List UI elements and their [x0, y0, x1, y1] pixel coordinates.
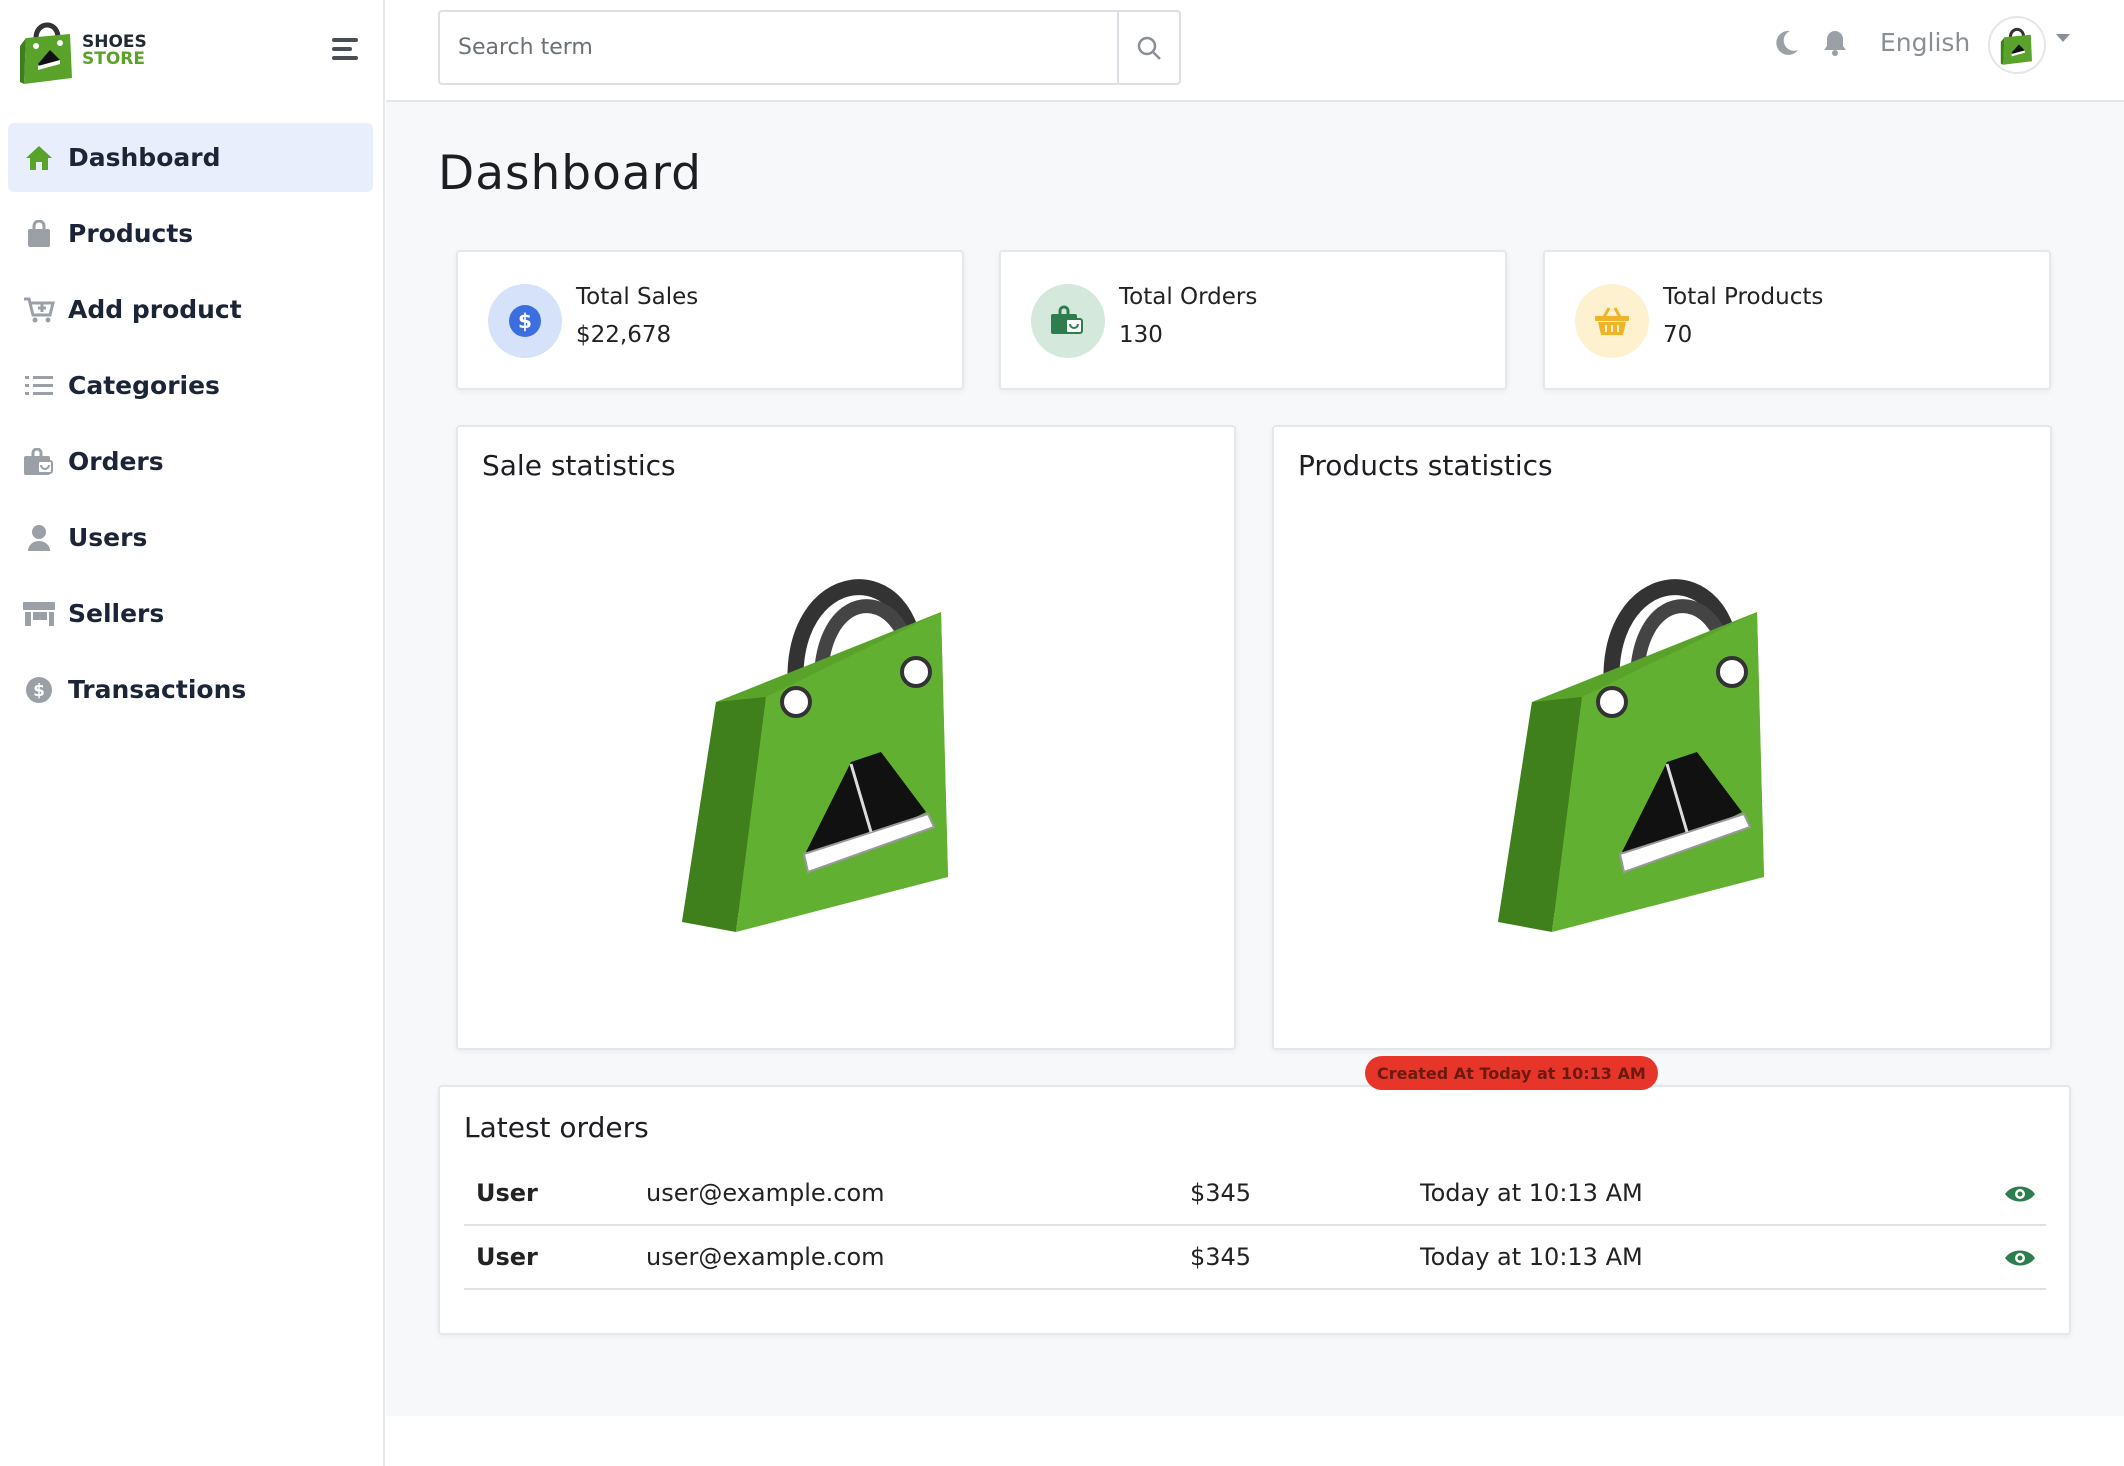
- moon-icon[interactable]: [1770, 28, 1800, 58]
- brand-line-2: STORE: [82, 49, 145, 69]
- language-selector[interactable]: English: [1880, 28, 1970, 57]
- shopping-bag-logo-image: [1498, 579, 1764, 932]
- stat-value: 70: [1663, 322, 1693, 348]
- card-title: Products statistics: [1298, 449, 1553, 482]
- sidebar-item-categories[interactable]: Categories: [8, 351, 373, 420]
- sidebar-item-label: Users: [68, 523, 148, 552]
- store-icon: [22, 597, 56, 631]
- search-input[interactable]: [440, 12, 1117, 83]
- sidebar-item-users[interactable]: Users: [8, 503, 373, 572]
- search-box: [438, 10, 1181, 85]
- dollar-icon: $: [509, 305, 541, 337]
- page-title: Dashboard: [438, 146, 702, 201]
- dollar-circle-icon: $: [22, 673, 56, 707]
- latest-orders-card: Latest orders User user@example.com $345…: [438, 1085, 2071, 1335]
- order-customer: User: [464, 1225, 634, 1290]
- stat-icon-wrap: [1575, 284, 1649, 358]
- sidebar-item-add-product[interactable]: Add product: [8, 275, 373, 344]
- orders-table: User user@example.com $345 Today at 10:1…: [464, 1161, 2046, 1290]
- stat-title: Total Sales: [576, 284, 699, 310]
- order-date: Today at 10:13 AM: [1408, 1225, 1908, 1290]
- sidebar-item-orders[interactable]: Orders: [8, 427, 373, 496]
- stat-title: Total Orders: [1119, 284, 1258, 310]
- order-amount: $345: [1178, 1225, 1408, 1290]
- sidebar-item-label: Sellers: [68, 599, 165, 628]
- cart-plus-icon: [22, 293, 56, 327]
- order-date: Today at 10:13 AM: [1408, 1161, 1908, 1226]
- home-icon: [22, 141, 56, 175]
- brand-logo[interactable]: SHOES STORE: [20, 16, 147, 86]
- order-actions: [1908, 1225, 2046, 1290]
- svg-text:$: $: [518, 309, 532, 333]
- sidebar-nav: Dashboard Products Add product Categorie…: [8, 123, 373, 731]
- sale-statistics-card: Sale statistics: [456, 425, 1236, 1050]
- svg-text:$: $: [33, 681, 45, 701]
- sidebar-item-products[interactable]: Products: [8, 199, 373, 268]
- stat-value: $22,678: [576, 322, 672, 348]
- eye-icon[interactable]: [2004, 1247, 2036, 1269]
- sidebar-item-label: Orders: [68, 447, 164, 476]
- sidebar-item-label: Categories: [68, 371, 220, 400]
- search-icon: [1137, 36, 1161, 60]
- list-icon: [22, 369, 56, 403]
- card-title: Sale statistics: [482, 449, 676, 482]
- card-title: Latest orders: [464, 1111, 649, 1144]
- sidebar-item-label: Transactions: [68, 675, 247, 704]
- created-at-tooltip: Created At Today at 10:13 AM: [1365, 1056, 1658, 1090]
- user-icon: [22, 521, 56, 555]
- menu-toggle-icon[interactable]: [332, 38, 358, 62]
- sidebar-item-label: Products: [68, 219, 194, 248]
- stat-card-total-orders: Total Orders 130: [999, 250, 1507, 390]
- products-statistics-card: Products statistics: [1272, 425, 2052, 1050]
- avatar[interactable]: [1988, 16, 2046, 74]
- table-row: User user@example.com $345 Today at 10:1…: [464, 1225, 2046, 1290]
- sidebar: SHOES STORE Dashboard Products Add produ…: [0, 0, 385, 1466]
- sidebar-item-dashboard[interactable]: Dashboard: [8, 123, 373, 192]
- order-email: user@example.com: [634, 1161, 1178, 1226]
- stat-card-total-sales: $ Total Sales $22,678: [456, 250, 964, 390]
- main-content: Dashboard $ Total Sales $22,678 Total Or…: [386, 102, 2124, 1416]
- shopping-bag-icon: [1051, 305, 1083, 334]
- bell-icon[interactable]: [1820, 28, 1850, 58]
- brand-name: SHOES STORE: [82, 34, 147, 68]
- order-customer: User: [464, 1161, 634, 1226]
- stat-icon-wrap: $: [488, 284, 562, 358]
- shopping-bag-icon: [22, 445, 56, 479]
- eye-icon[interactable]: [2004, 1183, 2036, 1205]
- sidebar-item-label: Add product: [68, 295, 242, 324]
- order-amount: $345: [1178, 1161, 1408, 1226]
- sidebar-item-label: Dashboard: [68, 143, 221, 172]
- top-bar: English: [386, 0, 2124, 102]
- order-actions: [1908, 1161, 2046, 1226]
- order-email: user@example.com: [634, 1225, 1178, 1290]
- sidebar-item-transactions[interactable]: $ Transactions: [8, 655, 373, 724]
- basket-icon: [1595, 307, 1629, 335]
- stat-card-total-products: Total Products 70: [1543, 250, 2051, 390]
- search-button[interactable]: [1117, 12, 1179, 83]
- sidebar-item-sellers[interactable]: Sellers: [8, 579, 373, 648]
- shoes-store-logo-icon: [20, 22, 72, 84]
- stat-icon-wrap: [1031, 284, 1105, 358]
- shopping-bag-logo-image: [682, 579, 948, 932]
- chevron-down-icon[interactable]: [2056, 34, 2070, 42]
- stat-title: Total Products: [1663, 284, 1824, 310]
- stat-value: 130: [1119, 322, 1163, 348]
- shoes-store-logo-icon: [2000, 27, 2032, 65]
- table-row: User user@example.com $345 Today at 10:1…: [464, 1161, 2046, 1226]
- bag-icon: [22, 217, 56, 251]
